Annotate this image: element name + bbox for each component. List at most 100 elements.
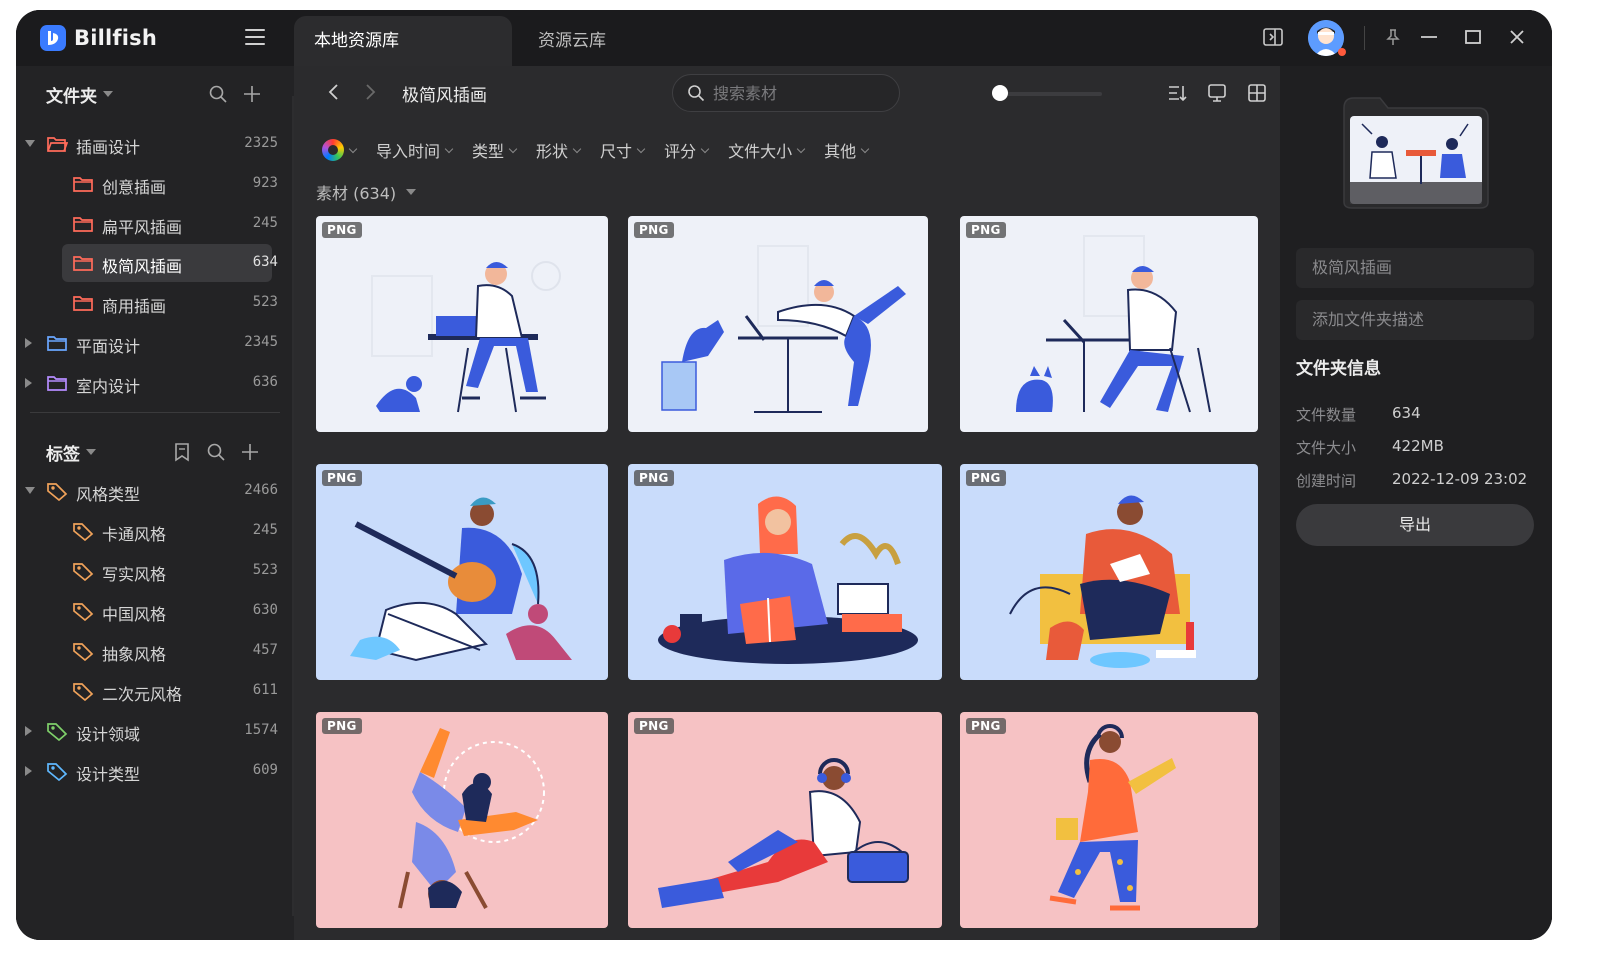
expand-caret-icon[interactable] (25, 140, 35, 147)
info-value: 2022-12-09 23:02 (1392, 470, 1528, 488)
title-bar: Billfish 本地资源库 资源云库 (16, 10, 1552, 66)
folder-description-field[interactable]: 添加文件夹描述 (1296, 300, 1534, 340)
chevron-down-icon (700, 144, 710, 153)
folder-label: 创意插画 (102, 178, 167, 197)
asset-count[interactable]: 素材 (634) (316, 180, 417, 204)
bookmark-icon[interactable] (172, 442, 192, 462)
divider (30, 412, 280, 413)
sidebar-item-tag[interactable]: 风格类型 2466 (16, 472, 294, 510)
illustration-guitar-player-dog (350, 497, 572, 662)
folder-label: 扁平风插画 (102, 218, 183, 237)
close-icon[interactable] (1506, 26, 1528, 48)
asset-thumbnail[interactable]: PNG (316, 464, 608, 680)
info-label: 文件大小 (1296, 439, 1357, 457)
search-box[interactable] (672, 74, 900, 112)
minimize-icon[interactable] (1418, 26, 1440, 48)
file-type-badge: PNG (966, 222, 1006, 238)
folders-header-label: 文件夹 (46, 86, 97, 107)
info-created-time: 创建时间 2022-12-09 23:02 (1296, 470, 1527, 491)
folder-name-field[interactable]: 极简风插画 (1296, 248, 1534, 288)
sort-icon[interactable] (1166, 82, 1188, 104)
sidebar-item-tag[interactable]: 中国风格 630 (16, 592, 294, 630)
expand-caret-icon[interactable] (25, 378, 32, 388)
toggle-panel-icon[interactable] (1262, 26, 1284, 48)
slider-knob[interactable] (992, 85, 1008, 101)
folder-count: 634 (252, 254, 278, 270)
pin-icon[interactable] (1382, 26, 1404, 48)
chevron-down-icon (348, 144, 358, 153)
sidebar-item-tag[interactable]: 设计领域 1574 (16, 712, 294, 750)
folder-label: 插画设计 (76, 138, 141, 157)
grid-layout-icon[interactable] (1246, 82, 1268, 104)
sidebar-item-folder[interactable]: 平面设计 2345 (16, 324, 294, 362)
search-input[interactable] (713, 83, 883, 103)
filter-size[interactable]: 尺寸 (600, 138, 646, 162)
tag-icon (73, 643, 94, 661)
maximize-icon[interactable] (1462, 26, 1484, 48)
illustration-person-laptop-dog (371, 261, 561, 413)
asset-thumbnail[interactable]: PNG (316, 216, 608, 432)
file-type-badge: PNG (634, 718, 674, 734)
sidebar-item-tag[interactable]: 写实风格 523 (16, 552, 294, 590)
filter-file-size[interactable]: 文件大小 (728, 138, 806, 162)
preview-mode-icon[interactable] (1206, 82, 1228, 104)
tag-label: 中国风格 (102, 605, 167, 624)
filter-other[interactable]: 其他 (824, 138, 870, 162)
sidebar-item-folder[interactable]: 商用插画 523 (16, 284, 294, 322)
caret-down-icon (103, 91, 113, 97)
expand-caret-icon[interactable] (25, 487, 35, 494)
expand-caret-icon[interactable] (25, 766, 32, 776)
sidebar-item-tag[interactable]: 卡通风格 245 (16, 512, 294, 550)
search-icon[interactable] (208, 84, 228, 104)
tags-header[interactable]: 标签 (46, 440, 96, 465)
add-icon[interactable] (240, 442, 260, 462)
divider (1364, 26, 1365, 50)
filter-rating[interactable]: 评分 (664, 138, 710, 162)
sidebar-item-folder[interactable]: 扁平风插画 245 (16, 205, 294, 243)
menu-icon[interactable] (244, 26, 266, 48)
sidebar-item-folder-selected[interactable]: 极简风插画 634 (16, 244, 294, 282)
asset-thumbnail[interactable]: PNG (628, 464, 942, 680)
sidebar-item-folder[interactable]: 室内设计 636 (16, 364, 294, 402)
app-window: Billfish 本地资源库 资源云库 文件夹 插画设计 2325 创意插画 9… (16, 10, 1552, 940)
asset-thumbnail[interactable]: PNG (960, 712, 1258, 928)
export-button[interactable]: 导出 (1296, 504, 1534, 546)
sidebar-item-tag[interactable]: 抽象风格 457 (16, 632, 294, 670)
asset-thumbnail[interactable]: PNG (316, 712, 608, 928)
asset-thumbnail[interactable]: PNG (960, 216, 1258, 432)
folder-label: 室内设计 (76, 377, 141, 396)
filter-type[interactable]: 类型 (472, 138, 518, 162)
sidebar-item-folder[interactable]: 插画设计 2325 (16, 125, 294, 163)
tab-local-library[interactable]: 本地资源库 (294, 16, 512, 66)
illustration-person-desk-cat (1016, 235, 1211, 413)
add-icon[interactable] (242, 84, 262, 104)
expand-caret-icon[interactable] (25, 726, 32, 736)
folder-icon (73, 256, 93, 271)
back-arrow-icon[interactable] (322, 80, 346, 104)
tag-icon (73, 523, 94, 541)
forward-arrow-icon[interactable] (358, 80, 382, 104)
filter-import-time[interactable]: 导入时间 (376, 138, 454, 162)
tag-count: 457 (252, 642, 278, 658)
sidebar-item-folder[interactable]: 创意插画 923 (16, 165, 294, 203)
file-type-badge: PNG (322, 470, 362, 486)
file-type-badge: PNG (966, 718, 1006, 734)
sidebar-item-tag[interactable]: 二次元风格 611 (16, 672, 294, 710)
sidebar-item-tag[interactable]: 设计类型 609 (16, 752, 294, 790)
asset-thumbnail[interactable]: PNG (628, 216, 928, 432)
folders-tools (208, 82, 262, 106)
color-filter[interactable] (322, 139, 358, 161)
asset-thumbnail[interactable]: PNG (628, 712, 942, 928)
asset-count-label: 素材 (634) (316, 184, 397, 203)
thumbnail-size-slider[interactable] (992, 92, 1102, 96)
folder-icon (47, 336, 67, 351)
asset-thumbnail[interactable]: PNG (960, 464, 1258, 680)
filter-shape[interactable]: 形状 (536, 138, 582, 162)
expand-caret-icon[interactable] (25, 338, 32, 348)
tab-cloud-library[interactable]: 资源云库 (518, 16, 626, 66)
filter-label: 导入时间 (376, 142, 441, 161)
folders-header[interactable]: 文件夹 (46, 82, 113, 107)
sidebar: 文件夹 插画设计 2325 创意插画 923 扁平风插画 245 极简风插画 6… (16, 66, 294, 940)
illustration-reading-woman-typewriter (658, 496, 918, 664)
search-icon[interactable] (206, 442, 226, 462)
